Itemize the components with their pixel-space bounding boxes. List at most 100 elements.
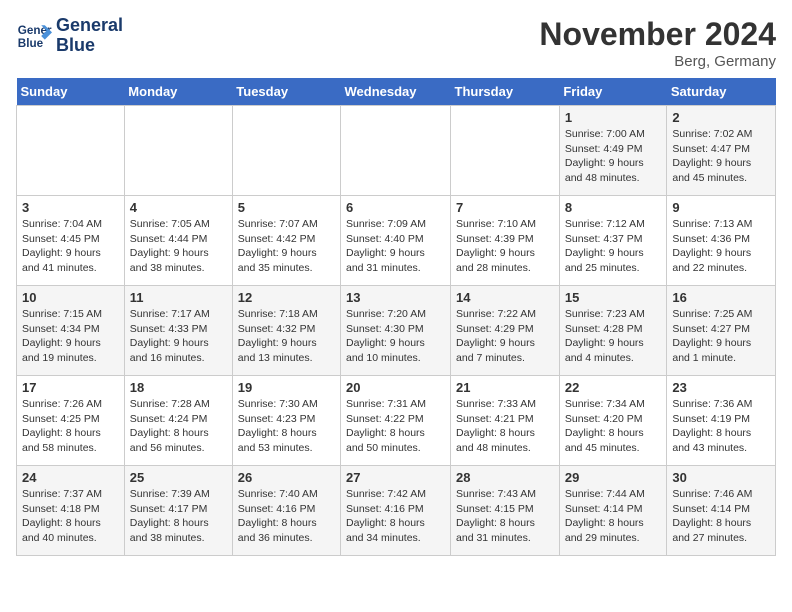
calendar-cell: 28Sunrise: 7:43 AM Sunset: 4:15 PM Dayli… <box>451 466 560 556</box>
day-info: Sunrise: 7:37 AM Sunset: 4:18 PM Dayligh… <box>22 487 119 546</box>
calendar-cell: 6 Sunrise: 7:09 AM Sunset: 4:40 PM Daylig… <box>341 196 451 286</box>
calendar-cell: 27Sunrise: 7:42 AM Sunset: 4:16 PM Dayli… <box>341 466 451 556</box>
day-info: Sunrise: 7:42 AM Sunset: 4:16 PM Dayligh… <box>346 487 445 546</box>
day-number: 9 <box>672 200 770 215</box>
calendar-cell <box>124 106 232 196</box>
day-info: Sunrise: 7:40 AM Sunset: 4:16 PM Dayligh… <box>238 487 335 546</box>
calendar-week-4: 24 Sunrise: 7:37 AM Sunset: 4:18 PM Dayli… <box>17 466 776 556</box>
calendar-cell: 26 Sunrise: 7:40 AM Sunset: 4:16 PM Dayli… <box>232 466 340 556</box>
calendar-week-1: 3 Sunrise: 7:04 AM Sunset: 4:45 PM Daylig… <box>17 196 776 286</box>
logo-text-blue: Blue <box>56 35 95 55</box>
location: Berg, Germany <box>539 53 776 70</box>
header-tuesday: Tuesday <box>232 78 340 106</box>
day-info: Sunrise: 7:15 AM Sunset: 4:34 PM Dayligh… <box>22 307 119 366</box>
day-number: 7 <box>456 200 554 215</box>
day-number: 26 <box>238 470 335 485</box>
logo-text-general: General <box>56 15 123 35</box>
day-info: Sunrise: 7:46 AM Sunset: 4:14 PM Dayligh… <box>672 487 770 546</box>
day-info: Sunrise: 7:36 AM Sunset: 4:19 PM Dayligh… <box>672 397 770 456</box>
day-info: Sunrise: 7:25 AM Sunset: 4:27 PM Dayligh… <box>672 307 770 366</box>
calendar-cell: 22 Sunrise: 7:34 AM Sunset: 4:20 PM Dayli… <box>559 376 667 466</box>
calendar-cell: 3 Sunrise: 7:04 AM Sunset: 4:45 PM Daylig… <box>17 196 125 286</box>
logo-line1: General Blue <box>56 16 123 56</box>
day-number: 1 <box>565 110 662 125</box>
calendar-cell: 11Sunrise: 7:17 AM Sunset: 4:33 PM Dayli… <box>124 286 232 376</box>
day-info: Sunrise: 7:13 AM Sunset: 4:36 PM Dayligh… <box>672 217 770 276</box>
day-info: Sunrise: 7:10 AM Sunset: 4:39 PM Dayligh… <box>456 217 554 276</box>
day-info: Sunrise: 7:31 AM Sunset: 4:22 PM Dayligh… <box>346 397 445 456</box>
day-number: 18 <box>130 380 227 395</box>
month-title: November 2024 <box>539 16 776 53</box>
calendar-week-3: 17 Sunrise: 7:26 AM Sunset: 4:25 PM Dayli… <box>17 376 776 466</box>
calendar-cell: 12Sunrise: 7:18 AM Sunset: 4:32 PM Dayli… <box>232 286 340 376</box>
day-number: 6 <box>346 200 445 215</box>
header-sunday: Sunday <box>17 78 125 106</box>
calendar-cell: 15Sunrise: 7:23 AM Sunset: 4:28 PM Dayli… <box>559 286 667 376</box>
calendar-cell <box>232 106 340 196</box>
day-info: Sunrise: 7:22 AM Sunset: 4:29 PM Dayligh… <box>456 307 554 366</box>
day-number: 19 <box>238 380 335 395</box>
calendar-cell: 19Sunrise: 7:30 AM Sunset: 4:23 PM Dayli… <box>232 376 340 466</box>
logo-icon: General Blue <box>16 18 52 54</box>
day-number: 14 <box>456 290 554 305</box>
page-header: General Blue General Blue November 2024 … <box>16 16 776 70</box>
day-info: Sunrise: 7:18 AM Sunset: 4:32 PM Dayligh… <box>238 307 335 366</box>
day-info: Sunrise: 7:34 AM Sunset: 4:20 PM Dayligh… <box>565 397 662 456</box>
header-saturday: Saturday <box>667 78 776 106</box>
calendar-cell: 16Sunrise: 7:25 AM Sunset: 4:27 PM Dayli… <box>667 286 776 376</box>
day-info: Sunrise: 7:05 AM Sunset: 4:44 PM Dayligh… <box>130 217 227 276</box>
calendar-cell: 24 Sunrise: 7:37 AM Sunset: 4:18 PM Dayli… <box>17 466 125 556</box>
day-number: 17 <box>22 380 119 395</box>
day-info: Sunrise: 7:07 AM Sunset: 4:42 PM Dayligh… <box>238 217 335 276</box>
calendar-cell: 20 Sunrise: 7:31 AM Sunset: 4:22 PM Dayli… <box>341 376 451 466</box>
day-number: 22 <box>565 380 662 395</box>
day-info: Sunrise: 7:28 AM Sunset: 4:24 PM Dayligh… <box>130 397 227 456</box>
title-block: November 2024 Berg, Germany <box>539 16 776 70</box>
day-info: Sunrise: 7:09 AM Sunset: 4:40 PM Dayligh… <box>346 217 445 276</box>
day-info: Sunrise: 7:00 AM Sunset: 4:49 PM Dayligh… <box>565 127 662 186</box>
calendar-cell: 8 Sunrise: 7:12 AM Sunset: 4:37 PM Daylig… <box>559 196 667 286</box>
calendar-cell: 4 Sunrise: 7:05 AM Sunset: 4:44 PM Daylig… <box>124 196 232 286</box>
day-info: Sunrise: 7:26 AM Sunset: 4:25 PM Dayligh… <box>22 397 119 456</box>
day-number: 20 <box>346 380 445 395</box>
calendar-cell: 5 Sunrise: 7:07 AM Sunset: 4:42 PM Daylig… <box>232 196 340 286</box>
calendar-cell <box>451 106 560 196</box>
day-number: 25 <box>130 470 227 485</box>
day-info: Sunrise: 7:23 AM Sunset: 4:28 PM Dayligh… <box>565 307 662 366</box>
calendar-week-2: 10 Sunrise: 7:15 AM Sunset: 4:34 PM Dayli… <box>17 286 776 376</box>
day-info: Sunrise: 7:20 AM Sunset: 4:30 PM Dayligh… <box>346 307 445 366</box>
day-number: 2 <box>672 110 770 125</box>
calendar-cell <box>341 106 451 196</box>
day-number: 11 <box>130 290 227 305</box>
day-number: 3 <box>22 200 119 215</box>
calendar-cell: 10 Sunrise: 7:15 AM Sunset: 4:34 PM Dayli… <box>17 286 125 376</box>
day-number: 13 <box>346 290 445 305</box>
header-monday: Monday <box>124 78 232 106</box>
calendar-cell: 2 Sunrise: 7:02 AM Sunset: 4:47 PM Daylig… <box>667 106 776 196</box>
calendar-cell: 18 Sunrise: 7:28 AM Sunset: 4:24 PM Dayli… <box>124 376 232 466</box>
calendar-cell: 1 Sunrise: 7:00 AM Sunset: 4:49 PM Daylig… <box>559 106 667 196</box>
calendar-cell: 23Sunrise: 7:36 AM Sunset: 4:19 PM Dayli… <box>667 376 776 466</box>
day-number: 4 <box>130 200 227 215</box>
calendar-cell: 29Sunrise: 7:44 AM Sunset: 4:14 PM Dayli… <box>559 466 667 556</box>
day-info: Sunrise: 7:12 AM Sunset: 4:37 PM Dayligh… <box>565 217 662 276</box>
logo: General Blue General Blue <box>16 16 123 56</box>
day-number: 5 <box>238 200 335 215</box>
calendar-cell: 25 Sunrise: 7:39 AM Sunset: 4:17 PM Dayli… <box>124 466 232 556</box>
day-number: 10 <box>22 290 119 305</box>
calendar-cell: 9 Sunrise: 7:13 AM Sunset: 4:36 PM Daylig… <box>667 196 776 286</box>
calendar-week-0: 1 Sunrise: 7:00 AM Sunset: 4:49 PM Daylig… <box>17 106 776 196</box>
calendar-cell: 21Sunrise: 7:33 AM Sunset: 4:21 PM Dayli… <box>451 376 560 466</box>
day-number: 8 <box>565 200 662 215</box>
calendar-cell: 14 Sunrise: 7:22 AM Sunset: 4:29 PM Dayli… <box>451 286 560 376</box>
calendar-cell <box>17 106 125 196</box>
calendar-table: Sunday Monday Tuesday Wednesday Thursday… <box>16 78 776 556</box>
day-number: 28 <box>456 470 554 485</box>
day-info: Sunrise: 7:02 AM Sunset: 4:47 PM Dayligh… <box>672 127 770 186</box>
day-number: 24 <box>22 470 119 485</box>
header-thursday: Thursday <box>451 78 560 106</box>
day-number: 29 <box>565 470 662 485</box>
day-info: Sunrise: 7:04 AM Sunset: 4:45 PM Dayligh… <box>22 217 119 276</box>
day-info: Sunrise: 7:39 AM Sunset: 4:17 PM Dayligh… <box>130 487 227 546</box>
calendar-cell: 7 Sunrise: 7:10 AM Sunset: 4:39 PM Daylig… <box>451 196 560 286</box>
